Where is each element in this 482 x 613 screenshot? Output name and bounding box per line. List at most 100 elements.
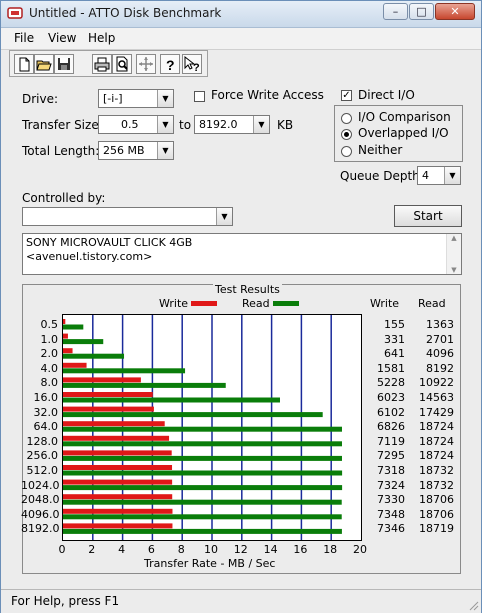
chevron-down-icon: ▼ [216, 208, 232, 225]
save-icon [58, 58, 70, 70]
total-length-select[interactable]: 256 MB ▼ [98, 141, 174, 160]
controlled-by-select[interactable]: ▼ [22, 207, 233, 226]
x-tick-label: 20 [353, 543, 367, 556]
write-value: 155 [384, 318, 405, 331]
svg-text:?: ? [166, 57, 175, 73]
queue-depth-value: 4 [422, 169, 429, 182]
x-tick-label: 4 [118, 543, 126, 556]
maximize-button[interactable]: □ [409, 3, 434, 20]
read-value: 14563 [419, 391, 454, 404]
read-value: 8192 [426, 361, 454, 375]
write-value: 1581 [377, 361, 405, 375]
direct-io-label: Direct I/O [358, 88, 415, 102]
category-label: 0.5 [40, 318, 59, 331]
read-value: 18724 [419, 449, 454, 463]
queue-depth-select[interactable]: 4 ▼ [417, 166, 461, 185]
controlled-by-label: Controlled by: [22, 191, 106, 205]
new-icon [19, 57, 30, 72]
open-button[interactable] [34, 54, 54, 74]
write-bar [63, 435, 170, 441]
context-help-button[interactable]: ? [182, 54, 202, 74]
transfer-size-from-select[interactable]: 0.5 ▼ [98, 115, 174, 134]
category-label: 256.0 [26, 449, 59, 463]
help-button[interactable]: ? [160, 54, 180, 74]
resize-grip-icon[interactable] [467, 599, 479, 611]
read-value: 18719 [419, 522, 454, 536]
neither-label: Neither [358, 143, 403, 157]
read-column-header: Read [418, 297, 446, 310]
category-label: 32.0 [33, 405, 59, 419]
menu-view[interactable]: View [48, 31, 76, 45]
menu-file[interactable]: File [14, 31, 34, 45]
category-label: 1.0 [40, 332, 59, 346]
queue-depth-label: Queue Depth: [340, 169, 424, 183]
transfer-size-to-value: 8192.0 [199, 118, 238, 131]
x-tick-label: 14 [263, 543, 278, 556]
menu-bar: File View Help [1, 28, 481, 50]
write-value: 7324 [377, 478, 405, 492]
write-bar [63, 319, 66, 324]
write-value: 331 [384, 332, 405, 346]
app-icon [7, 7, 23, 19]
overlapped-io-radio[interactable] [341, 129, 352, 140]
write-bar [63, 333, 68, 339]
force-write-label: Force Write Access [211, 88, 324, 102]
write-bar [63, 348, 73, 354]
read-bar [63, 382, 226, 388]
read-bar [63, 455, 342, 461]
total-length-label: Total Length: [22, 144, 100, 158]
force-write-checkbox[interactable] [194, 91, 205, 102]
read-value: 17429 [419, 405, 454, 419]
description-textarea[interactable]: SONY MICROVAULT CLICK 4GB <avenuel.tisto… [22, 233, 462, 275]
read-bar [63, 470, 343, 476]
help-icon: ? [166, 57, 175, 73]
write-bar [63, 465, 173, 470]
x-tick-label: 6 [147, 543, 155, 556]
read-bar [63, 368, 186, 374]
category-label: 128.0 [26, 434, 59, 448]
read-bar [63, 353, 125, 359]
save-button[interactable] [54, 54, 74, 74]
read-value: 18724 [419, 420, 454, 434]
transfer-size-from-value: 0.5 [121, 118, 139, 131]
category-label: 4096.0 [21, 507, 60, 521]
read-value: 18706 [419, 493, 454, 507]
move-button[interactable] [136, 54, 156, 74]
write-bar [63, 508, 173, 514]
write-bar [63, 523, 173, 529]
write-legend-swatch [191, 301, 217, 306]
toolbar: ? ? [9, 50, 208, 77]
description-line-2: <avenuel.tistory.com> [26, 250, 153, 263]
write-value: 6023 [377, 391, 405, 404]
write-value: 6102 [377, 405, 405, 419]
read-value: 18732 [419, 478, 454, 492]
x-axis-label: Transfer Rate - MB / Sec [144, 557, 276, 570]
new-button[interactable] [14, 54, 34, 74]
print-button[interactable] [92, 54, 112, 74]
direct-io-checkbox[interactable]: ✓ [341, 90, 352, 101]
write-value: 7318 [377, 464, 405, 477]
read-bar [63, 324, 84, 330]
write-value: 7346 [377, 522, 405, 536]
io-comparison-radio[interactable] [341, 113, 352, 124]
read-value: 18706 [419, 507, 454, 521]
title-bar: Untitled - ATTO Disk Benchmark – □ ✕ [1, 1, 481, 28]
close-button[interactable]: ✕ [435, 3, 475, 20]
read-legend-label: Read [242, 297, 270, 310]
category-label: 4.0 [40, 361, 59, 375]
transfer-size-label: Transfer Size: [22, 118, 103, 132]
x-tick-label: 2 [88, 543, 96, 556]
drive-label: Drive: [22, 92, 59, 106]
x-tick-label: 10 [204, 543, 218, 556]
start-button[interactable]: Start [394, 205, 462, 227]
category-label: 64.0 [33, 420, 59, 434]
neither-radio[interactable] [341, 146, 352, 157]
transfer-size-to-select[interactable]: 8192.0 ▼ [194, 115, 270, 134]
drive-select[interactable]: [-i-] ▼ [98, 89, 174, 108]
minimize-button[interactable]: – [383, 3, 408, 20]
scrollbar[interactable]: ▲ ▼ [446, 234, 461, 274]
print-preview-icon [116, 56, 128, 72]
write-legend-label: Write [159, 297, 189, 310]
menu-help[interactable]: Help [88, 31, 115, 45]
print-preview-button[interactable] [112, 54, 132, 74]
